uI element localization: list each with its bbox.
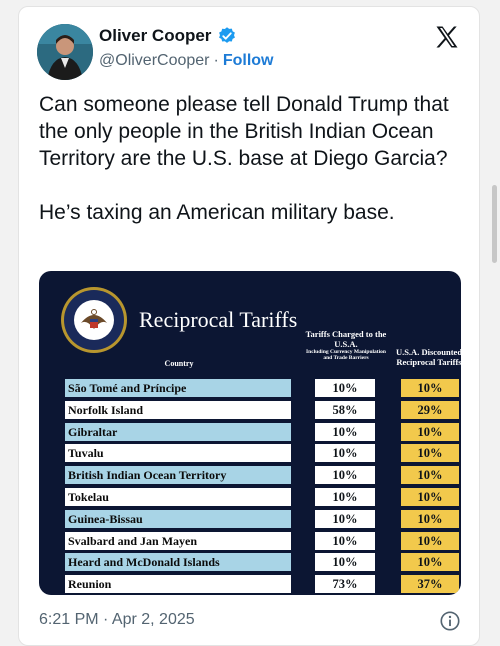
discounted-cell: 10%: [401, 379, 459, 397]
country-cell: São Tomé and Príncipe: [65, 379, 291, 397]
country-cell: Gibraltar: [65, 422, 291, 441]
discounted-cell: 10%: [401, 553, 459, 572]
x-logo-icon[interactable]: [433, 23, 461, 51]
tweet-paragraph: Can someone please tell Donald Trump tha…: [39, 93, 449, 170]
discounted-cell: 29%: [401, 400, 459, 419]
charged-cell: 10%: [315, 466, 375, 485]
discounted-cell: 10%: [401, 487, 459, 506]
column-header-charged-title: Tariffs Charged to the U.S.A.: [305, 329, 387, 349]
country-cell: Tokelau: [65, 487, 291, 506]
avatar[interactable]: [37, 24, 93, 80]
discounted-cell: 10%: [401, 466, 459, 485]
table-row: Tokelau 10% 10%: [39, 487, 461, 506]
column-header-charged: Tariffs Charged to the U.S.A. Including …: [301, 329, 391, 361]
tweet-timestamp[interactable]: 6:21 PM · Apr 2, 2025: [39, 611, 195, 629]
tweet-text: Can someone please tell Donald Trump tha…: [39, 91, 469, 226]
follow-button[interactable]: Follow: [223, 52, 274, 70]
column-header-discounted: U.S.A. Discounted Reciprocal Tariffs: [395, 347, 461, 367]
table-row: Guinea-Bissau 10% 10%: [39, 509, 461, 528]
discounted-cell: 10%: [401, 422, 459, 441]
tweet-paragraph: He’s taxing an American military base.: [39, 201, 395, 224]
table-row: Norfolk Island 58% 29%: [39, 400, 461, 419]
charged-cell: 10%: [315, 509, 375, 528]
charged-cell: 10%: [315, 379, 375, 397]
table-row: Svalbard and Jan Mayen 10% 10%: [39, 531, 461, 550]
verified-badge-icon: [219, 27, 236, 43]
tariff-table: São Tomé and Príncipe 10% 10% Norfolk Is…: [39, 379, 461, 595]
info-icon[interactable]: [439, 610, 461, 632]
presidential-seal-icon: [61, 287, 127, 353]
charged-cell: 10%: [315, 531, 375, 550]
country-cell: Guinea-Bissau: [65, 509, 291, 528]
column-header-country: Country: [164, 359, 194, 368]
discounted-cell: 10%: [401, 444, 459, 463]
table-row: Heard and McDonald Islands 10% 10%: [39, 553, 461, 572]
country-cell: Heard and McDonald Islands: [65, 553, 291, 572]
tweet-card: Oliver Cooper @OliverCooper · Follow Can…: [18, 6, 480, 646]
table-row: Tuvalu 10% 10%: [39, 444, 461, 463]
discounted-cell: 10%: [401, 509, 459, 528]
discounted-cell: 37%: [401, 575, 459, 594]
chart-title: Reciprocal Tariffs: [139, 307, 298, 332]
display-name[interactable]: Oliver Cooper: [99, 26, 211, 46]
country-cell: Tuvalu: [65, 444, 291, 463]
country-cell: British Indian Ocean Territory: [65, 466, 291, 485]
charged-cell: 10%: [315, 422, 375, 441]
separator-dot: ·: [213, 52, 219, 69]
table-row: São Tomé and Príncipe 10% 10%: [39, 379, 461, 397]
charged-cell: 10%: [315, 553, 375, 572]
table-row: Reunion 73% 37%: [39, 575, 461, 594]
charged-cell: 73%: [315, 575, 375, 594]
column-header-charged-sub: Including Currency Manipulation and Trad…: [306, 349, 386, 361]
table-row: Gibraltar 10% 10%: [39, 422, 461, 441]
user-handle[interactable]: @OliverCooper: [99, 52, 210, 70]
charged-cell: 10%: [315, 487, 375, 506]
table-row: British Indian Ocean Territory 10% 10%: [39, 466, 461, 485]
tweet-media-image[interactable]: Reciprocal Tariffs Country Tariffs Charg…: [39, 271, 461, 595]
country-cell: Norfolk Island: [65, 400, 291, 419]
scrollbar[interactable]: [492, 185, 497, 263]
charged-cell: 58%: [315, 400, 375, 419]
country-cell: Reunion: [65, 575, 291, 594]
discounted-cell: 10%: [401, 531, 459, 550]
charged-cell: 10%: [315, 444, 375, 463]
country-cell: Svalbard and Jan Mayen: [65, 531, 291, 550]
